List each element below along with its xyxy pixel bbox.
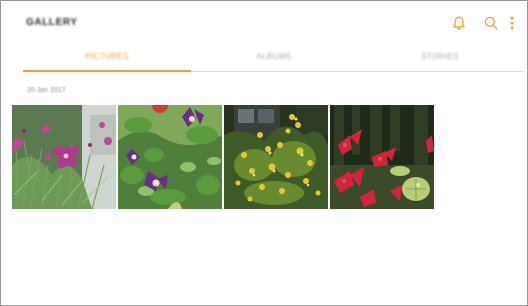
search-icon[interactable] [483,15,499,31]
photo-pink-flowers [12,105,116,209]
app-title: GALLERY [26,17,78,28]
tab-stories[interactable]: STORIES [357,47,523,71]
bell-icon[interactable] [451,15,467,31]
photo-grid [12,105,434,209]
tab-pictures[interactable]: PICTURES [23,47,191,71]
photo-thumbnail[interactable] [12,105,116,209]
tab-selected-indicator [23,70,191,72]
photo-red-leaves [330,105,434,209]
tab-albums[interactable]: ALBUMS [191,47,357,71]
date-section-header: 20 Jan 2017 [27,87,66,94]
photo-yellow-shrub [224,105,328,209]
photo-thumbnail[interactable] [118,105,222,209]
photo-purple-columbine [118,105,222,209]
photo-thumbnail[interactable] [224,105,328,209]
tab-stories-label: STORIES [421,52,459,61]
tab-pictures-label: PICTURES [85,52,129,61]
app-window: GALLERY PICTURES ALBUMS STORIES 20 Jan 2… [0,0,528,306]
more-vert-icon[interactable] [507,15,517,31]
tab-albums-label: ALBUMS [256,52,292,61]
photo-thumbnail[interactable] [330,105,434,209]
tab-bar: PICTURES ALBUMS STORIES [23,47,523,73]
tab-divider [191,71,523,72]
